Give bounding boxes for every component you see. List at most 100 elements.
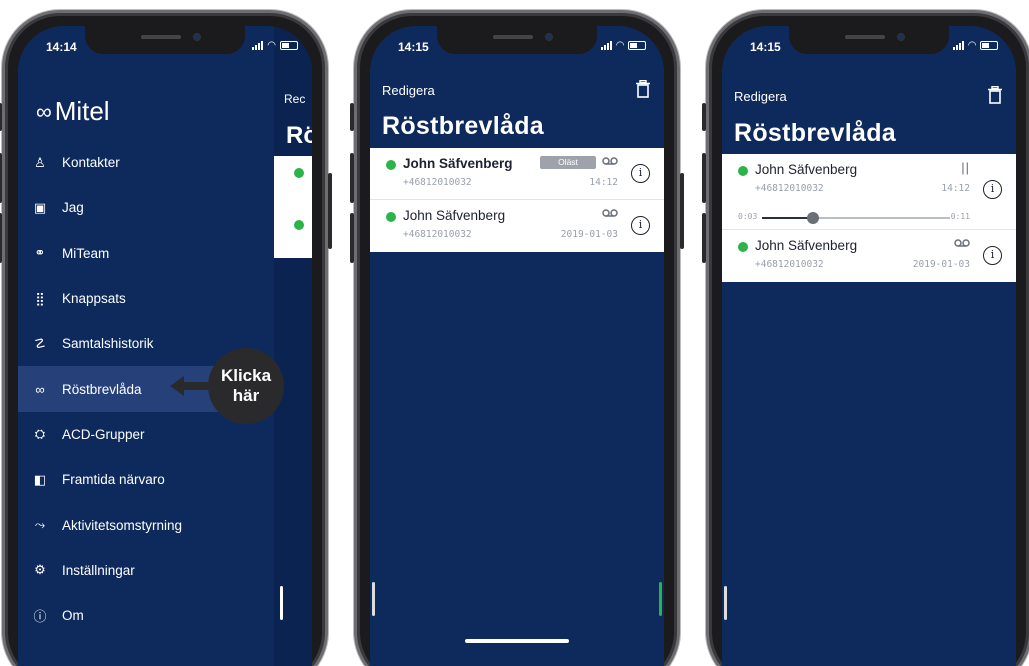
- scroll-indicator[interactable]: [280, 586, 283, 620]
- status-icons: ◠: [601, 40, 646, 51]
- info-icon[interactable]: i: [983, 180, 1002, 199]
- menu-item-jag[interactable]: ▣ Jag: [18, 185, 274, 230]
- menu-item-label: Röstbrevlåda: [62, 381, 142, 397]
- message-time: 2019-01-03: [560, 229, 618, 240]
- progress-track[interactable]: [762, 212, 950, 224]
- menu-item-miteam[interactable]: ⚭ MiTeam: [18, 231, 274, 276]
- voicemail-row[interactable]: John Säfvenberg +46812010032 2019-01-03 …: [370, 200, 664, 252]
- page-title: Röstbrevlåda: [734, 119, 896, 147]
- caller-number: +46812010032: [755, 183, 824, 194]
- info-icon[interactable]: i: [631, 216, 650, 235]
- elapsed-time: 0:03: [738, 212, 758, 221]
- notch: [789, 26, 949, 54]
- notch: [437, 26, 597, 54]
- voicemail-row-playing[interactable]: John Säfvenberg || +46812010032 14:12 i …: [722, 154, 1016, 230]
- presence-dot: [386, 212, 396, 222]
- edit-button[interactable]: Redigera: [382, 83, 435, 98]
- menu-item-label: Aktivitetsomstyrning: [62, 517, 183, 533]
- scroll-indicator[interactable]: [659, 582, 662, 616]
- menu-item-label: MiTeam: [62, 245, 110, 261]
- status-time: 14:14: [46, 40, 77, 54]
- presence-dot: [294, 168, 304, 178]
- menu-item-label: Framtida närvaro: [62, 472, 165, 488]
- calendar-icon: ◧: [33, 471, 47, 487]
- menu-item-aktivitetsomstyrning[interactable]: ⤳ Aktivitetsomstyrning: [18, 502, 274, 547]
- presence-dot: [386, 160, 396, 170]
- battery-icon: [980, 41, 998, 50]
- call-history-icon: ☡: [34, 335, 46, 351]
- status-time: 14:15: [750, 40, 781, 54]
- page-title: Röstbrevlåda: [382, 112, 544, 140]
- voicemail-row[interactable]: John Säfvenberg Oläst +46812010032 14:12…: [370, 148, 664, 200]
- phone-frame-playback: 14:15 ◠ Redigera Röstbrevlåda John Säfve…: [702, 10, 1029, 666]
- mitel-logo: ∞ Mitel: [36, 96, 110, 127]
- profile-card-icon: ▣: [33, 199, 47, 215]
- peek-title: Rö: [286, 122, 312, 149]
- keypad-icon: ⣿: [35, 290, 45, 306]
- home-indicator[interactable]: [465, 639, 569, 643]
- voicemail-icon: [602, 209, 618, 217]
- message-time: 2019-01-03: [912, 259, 970, 270]
- duration-time: 0:11: [950, 212, 970, 221]
- side-menu: 14:14 ∞ Mitel ♙ Kontakter ▣ Jag ⚭ MiTeam ⣿ Knap…: [18, 26, 274, 666]
- progress-knob[interactable]: [806, 212, 819, 224]
- battery-icon: [280, 41, 298, 50]
- contacts-icon: ♙: [34, 154, 46, 170]
- unread-badge: Oläst: [540, 156, 596, 169]
- menu-item-inställningar[interactable]: ⚙ Inställningar: [18, 548, 274, 593]
- phone-frame-menu: Rec Rö 14:14 ∞ Mitel ♙ Kontakter ▣ Jag ⚭ MiTe…: [0, 10, 332, 666]
- notch: [85, 26, 245, 54]
- peek-list-card: [274, 156, 312, 258]
- menu-item-kontakter[interactable]: ♙ Kontakter: [18, 140, 274, 185]
- click-here-callout: Klicka här: [208, 348, 284, 424]
- info-icon[interactable]: i: [631, 164, 650, 183]
- caller-name: John Säfvenberg: [755, 238, 858, 253]
- about-info-icon: ⓘ: [33, 609, 47, 625]
- menu-item-om[interactable]: ⓘ Om: [18, 593, 274, 638]
- menu-item-label: Inställningar: [62, 562, 135, 578]
- menu-item-label: Jag: [62, 200, 84, 216]
- signal-icon: [953, 41, 965, 50]
- progress-fill: [762, 217, 813, 219]
- scroll-indicator[interactable]: [372, 582, 375, 616]
- menu-item-framtida-närvaro[interactable]: ◧ Framtida närvaro: [18, 457, 274, 502]
- phone-screen: 14:15 ◠ Redigera Röstbrevlåda John Säfve…: [722, 26, 1016, 666]
- menu-item-label: Om: [62, 608, 84, 624]
- signal-icon: [252, 41, 264, 50]
- mitel-logo-icon: ∞: [36, 98, 52, 124]
- acd-groups-icon: ⛭: [34, 426, 46, 442]
- signal-icon: [601, 41, 613, 50]
- trash-icon[interactable]: [636, 80, 650, 98]
- phone-screen: 14:15 ◠ Redigera Röstbrevlåda John Säfve…: [370, 26, 664, 666]
- peek-edit-label: Rec: [284, 92, 306, 106]
- menu-item-knappsats[interactable]: ⣿ Knappsats: [18, 276, 274, 321]
- voicemail-row[interactable]: John Säfvenberg +46812010032 2019-01-03 …: [722, 230, 1016, 282]
- voicemail-icon: [602, 157, 618, 165]
- menu-item-label: Kontakter: [62, 155, 120, 171]
- info-icon[interactable]: i: [983, 246, 1002, 265]
- voicemail-list: John Säfvenberg Oläst +46812010032 14:12…: [370, 148, 664, 252]
- pause-button[interactable]: ||: [961, 160, 970, 175]
- status-icons: ◠: [953, 40, 998, 51]
- caller-name: John Säfvenberg: [403, 208, 506, 223]
- status-time: 14:15: [398, 40, 429, 54]
- phone-frame-voicemail: 14:15 ◠ Redigera Röstbrevlåda John Säfve…: [350, 10, 684, 666]
- settings-gear-icon: ⚙: [34, 562, 46, 578]
- status-icons: ◠: [252, 40, 298, 51]
- battery-icon: [628, 41, 646, 50]
- callout-line-1: Klicka: [220, 366, 272, 385]
- playback-bar: 0:03 0:11: [722, 206, 1016, 230]
- presence-dot: [738, 166, 748, 176]
- trash-icon[interactable]: [988, 86, 1002, 104]
- edit-button[interactable]: Redigera: [734, 89, 787, 104]
- wifi-icon: ◠: [616, 40, 624, 51]
- caller-number: +46812010032: [755, 259, 824, 270]
- caller-number: +46812010032: [403, 229, 472, 240]
- message-time: 14:12: [589, 177, 618, 188]
- voicemail-icon: ∞: [35, 381, 45, 397]
- voicemail-icon: [954, 239, 970, 247]
- scroll-indicator[interactable]: [724, 586, 727, 620]
- menu-item-label: Samtalshistorik: [62, 336, 154, 352]
- mitel-logo-text: Mitel: [54, 96, 110, 126]
- caller-name: John Säfvenberg: [755, 162, 858, 177]
